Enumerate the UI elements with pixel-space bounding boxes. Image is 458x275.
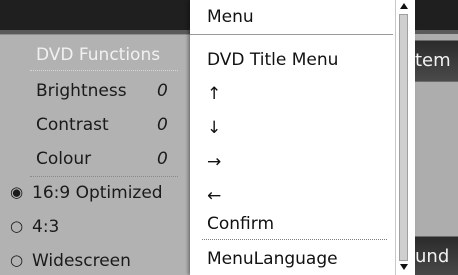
menu-popup-title-label: Menu <box>207 7 254 27</box>
popup-item-menu-language[interactable]: MenuLanguage <box>190 241 393 275</box>
menu-item-value: 0 <box>157 115 168 135</box>
screen: tem und DVD Functions Brightness 0 Contr… <box>0 0 458 275</box>
arrow-left-icon: ← <box>207 186 222 206</box>
popup-item-label: DVD Title Menu <box>207 50 339 70</box>
popup-item-label: MenuLanguage <box>207 249 338 269</box>
popup-item-dvd-title-menu[interactable]: DVD Title Menu <box>190 42 393 76</box>
arrow-up-icon: ↑ <box>207 84 222 104</box>
right-menu-item-label: tem <box>415 50 451 71</box>
radio-unselected-icon: ○ <box>10 251 24 269</box>
menu-item-brightness[interactable]: Brightness 0 <box>0 75 190 109</box>
format-option-widescreen[interactable]: ○ Widescreen <box>0 245 190 275</box>
popup-scrollbar[interactable] <box>395 0 410 275</box>
format-option-label: 4:3 <box>32 217 60 237</box>
arrow-right-icon: → <box>207 152 222 172</box>
format-option-4-3[interactable]: ○ 4:3 <box>0 211 190 245</box>
format-option-label: Widescreen <box>32 251 131 271</box>
menu-item-label: Colour <box>36 149 92 169</box>
menu-popup-title: Menu <box>190 0 393 35</box>
format-option-16-9-optimized[interactable]: ◉ 16:9 Optimized <box>0 177 190 211</box>
menu-item-value: 0 <box>157 149 168 169</box>
popup-item-confirm[interactable]: Confirm <box>190 206 393 240</box>
menu-popup: Menu DVD Title Menu ↑ ↓ → ← Confirm Menu… <box>190 0 415 275</box>
popup-item-label: Confirm <box>207 214 275 234</box>
format-option-label: 16:9 Optimized <box>32 183 163 203</box>
menu-item-label: Brightness <box>36 81 127 101</box>
scroll-thumb[interactable] <box>399 14 408 261</box>
popup-item-arrow-down[interactable]: ↓ <box>190 110 393 144</box>
menu-item-contrast[interactable]: Contrast 0 <box>0 109 190 143</box>
scroll-down-arrow-icon[interactable] <box>400 264 408 270</box>
dvd-functions-header[interactable]: DVD Functions <box>0 41 190 71</box>
popup-item-arrow-up[interactable]: ↑ <box>190 76 393 110</box>
radio-unselected-icon: ○ <box>10 217 24 235</box>
popup-item-arrow-right[interactable]: → <box>190 144 393 178</box>
right-menu-item-label: und <box>415 246 450 267</box>
radio-selected-icon: ◉ <box>10 183 24 201</box>
menu-item-colour[interactable]: Colour 0 <box>0 143 190 177</box>
dvd-functions-menu: DVD Functions Brightness 0 Contrast 0 Co… <box>0 34 190 275</box>
dvd-functions-header-label: DVD Functions <box>36 45 161 65</box>
menu-item-value: 0 <box>157 81 168 101</box>
scroll-up-arrow-icon[interactable] <box>400 3 408 9</box>
arrow-down-icon: ↓ <box>207 118 222 138</box>
menu-item-label: Contrast <box>36 115 109 135</box>
